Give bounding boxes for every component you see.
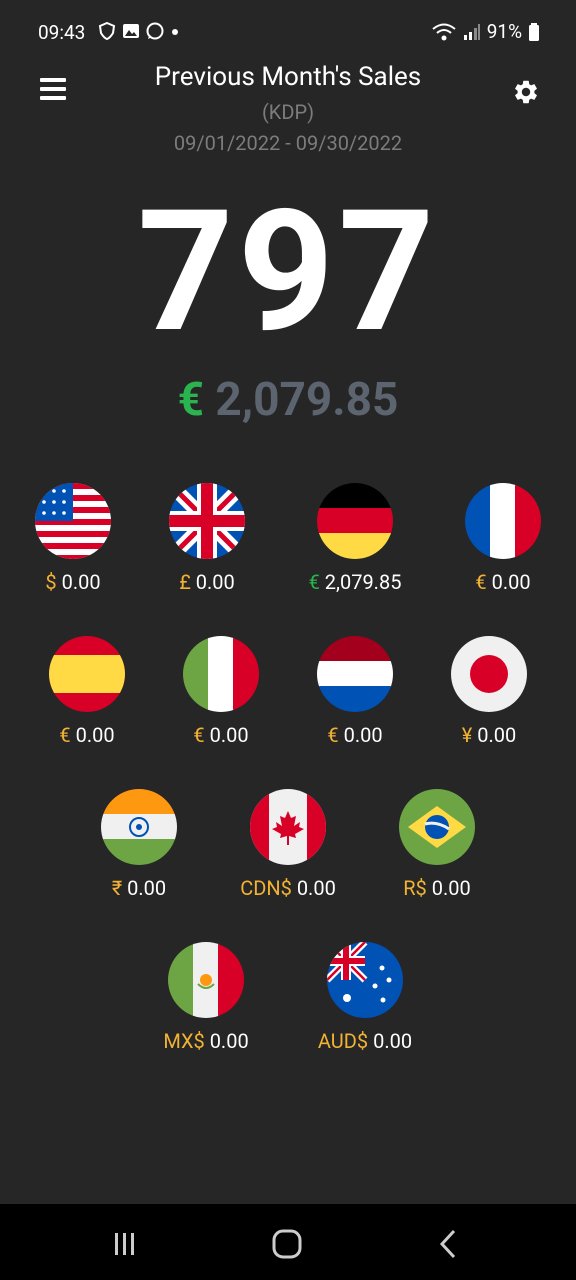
recent-apps-icon[interactable] — [101, 1220, 149, 1268]
germany-flag-icon[interactable] — [317, 483, 393, 559]
amount: 0.00 — [477, 723, 517, 747]
revenue-amount: 2,079.85 — [215, 373, 399, 427]
status-time: 09:43 — [38, 21, 86, 44]
total-revenue: € 2,079.85 — [0, 373, 576, 427]
market-amount-br: R$ 0.00 — [347, 876, 527, 900]
back-icon[interactable] — [424, 1220, 472, 1268]
spain-flag-icon[interactable] — [49, 636, 125, 712]
units-sold: 797 — [137, 174, 439, 371]
status-right: 91% — [431, 20, 540, 43]
amount: 2,079.85 — [324, 570, 402, 594]
amount: 0.00 — [195, 570, 235, 594]
mexico-flag-icon[interactable] — [168, 942, 244, 1018]
netherlands-flag-icon[interactable] — [317, 636, 393, 712]
signal-icon — [463, 23, 480, 40]
france-flag-icon[interactable] — [465, 483, 541, 559]
battery-icon — [529, 22, 539, 41]
amount: 0.00 — [431, 876, 471, 900]
australia-flag-icon[interactable] — [327, 942, 403, 1018]
market-amount-jp: ¥ 0.00 — [399, 723, 576, 747]
system-navigation-bar — [0, 1204, 576, 1280]
currency-symbol: ¥ — [461, 723, 473, 747]
revenue-currency-symbol: € — [177, 373, 204, 427]
market-amount-fr: € 0.00 — [413, 570, 576, 594]
italy-flag-icon[interactable] — [183, 636, 259, 712]
currency-symbol: R$ — [403, 876, 427, 900]
currency-symbol: £ — [179, 570, 191, 594]
japan-flag-icon[interactable] — [451, 636, 527, 712]
currency-symbol: € — [475, 570, 487, 594]
whatsapp-notification-icon — [146, 22, 164, 40]
gallery-notification-icon — [123, 24, 139, 38]
currency-symbol: CDN$ — [240, 876, 292, 900]
currency-symbol: $ — [45, 570, 57, 594]
page-title: Previous Month's Sales — [154, 62, 422, 92]
market-amount-mx: MX$ 0.00 — [116, 1029, 296, 1053]
currency-symbol: € — [308, 570, 320, 594]
status-bar: 09:43 91% — [0, 0, 576, 64]
currency-symbol: AUD$ — [317, 1029, 369, 1053]
amount: 0.00 — [209, 723, 249, 747]
india-flag-icon[interactable] — [101, 789, 177, 865]
amount: 0.00 — [61, 570, 101, 594]
currency-symbol: € — [59, 723, 71, 747]
currency-symbol: ₹ — [111, 876, 123, 900]
amount: 0.00 — [491, 570, 531, 594]
amount: 0.00 — [373, 1029, 413, 1053]
wifi-icon — [432, 23, 456, 40]
amount: 0.00 — [296, 876, 336, 900]
battery-level: 91% — [486, 20, 522, 43]
currency-symbol: € — [327, 723, 339, 747]
canada-flag-icon[interactable] — [250, 789, 326, 865]
amount: 0.00 — [343, 723, 383, 747]
market-amount-au: AUD$ 0.00 — [275, 1029, 455, 1053]
currency-symbol: MX$ — [163, 1029, 205, 1053]
home-icon[interactable] — [263, 1220, 311, 1268]
amount: 0.00 — [127, 876, 167, 900]
date-range: 09/01/2022 - 09/30/2022 — [173, 131, 403, 155]
notification-icons — [98, 22, 180, 40]
uk-flag-icon[interactable] — [169, 483, 245, 559]
currency-symbol: € — [193, 723, 205, 747]
amount: 0.00 — [75, 723, 115, 747]
usa-flag-icon[interactable] — [35, 483, 111, 559]
page-subtitle: (KDP) — [261, 100, 315, 124]
shield-notification-icon — [98, 22, 116, 40]
amount: 0.00 — [209, 1029, 249, 1053]
brazil-flag-icon[interactable] — [399, 789, 475, 865]
dot-notification-icon — [172, 29, 178, 35]
